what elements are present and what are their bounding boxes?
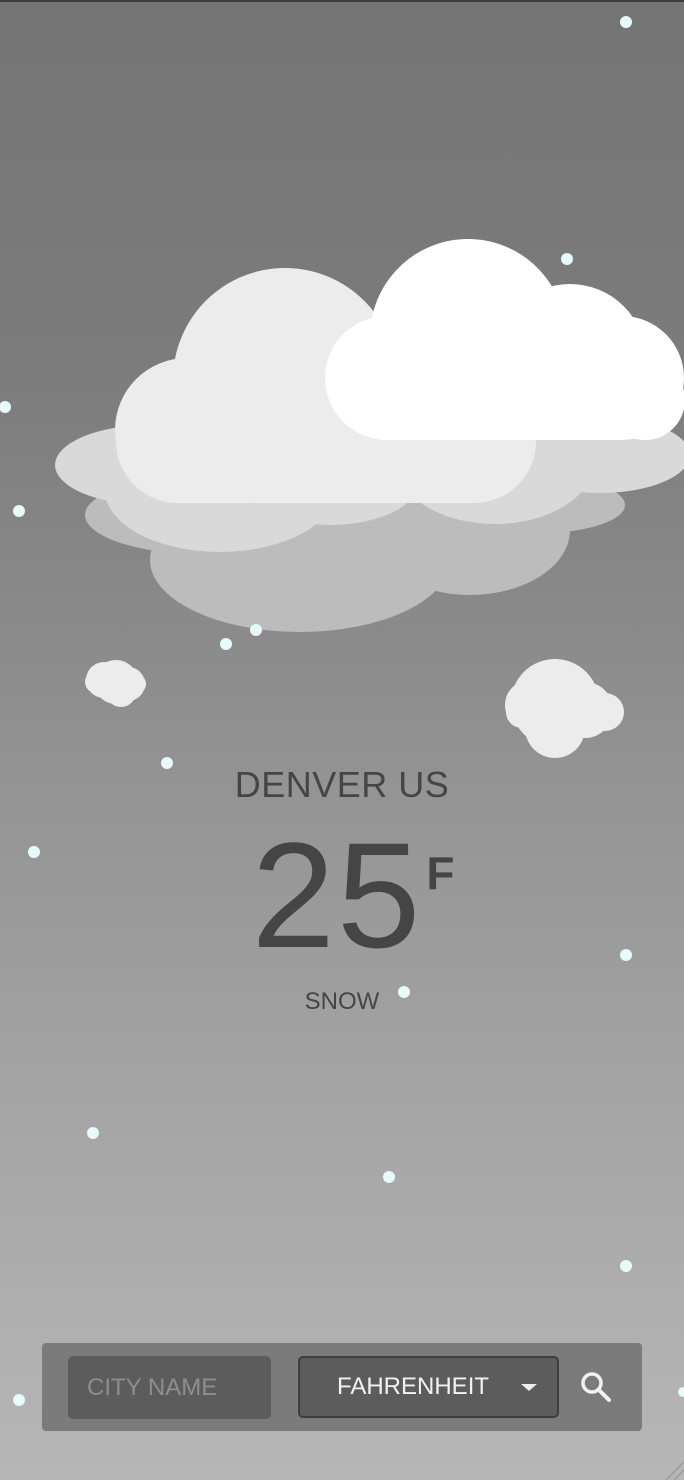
temperature-unit: F (426, 847, 455, 899)
snowflake (620, 16, 632, 28)
small-cloud-icon (505, 659, 624, 758)
snowflake (678, 1387, 684, 1397)
search-icon (581, 1372, 611, 1402)
city-name-input[interactable] (68, 1356, 271, 1419)
snowflake (250, 624, 262, 636)
snowflake (620, 1260, 632, 1272)
unit-select-value: FAHRENHEIT (337, 1373, 490, 1400)
snowflake (13, 1394, 25, 1406)
snowflake (220, 638, 232, 650)
small-cloud-icon (85, 660, 146, 707)
weather-scene (0, 16, 684, 1406)
location-label: DENVER US (234, 764, 450, 805)
resize-handle-icon[interactable] (656, 1452, 684, 1480)
large-cloud-icon (55, 239, 684, 632)
snowflake (13, 505, 25, 517)
unit-select[interactable]: FAHRENHEIT (298, 1356, 559, 1418)
temperature-value: 25 (251, 811, 423, 979)
search-button[interactable] (578, 1369, 614, 1405)
search-panel: FAHRENHEIT (42, 1343, 642, 1431)
weather-condition: SNOW (304, 988, 380, 1015)
snowflake (0, 401, 11, 413)
snowflake (87, 1127, 99, 1139)
temperature-display: 25F (0, 820, 684, 970)
snowflake (383, 1171, 395, 1183)
snowflake (561, 253, 573, 265)
chevron-down-icon (521, 1384, 537, 1391)
